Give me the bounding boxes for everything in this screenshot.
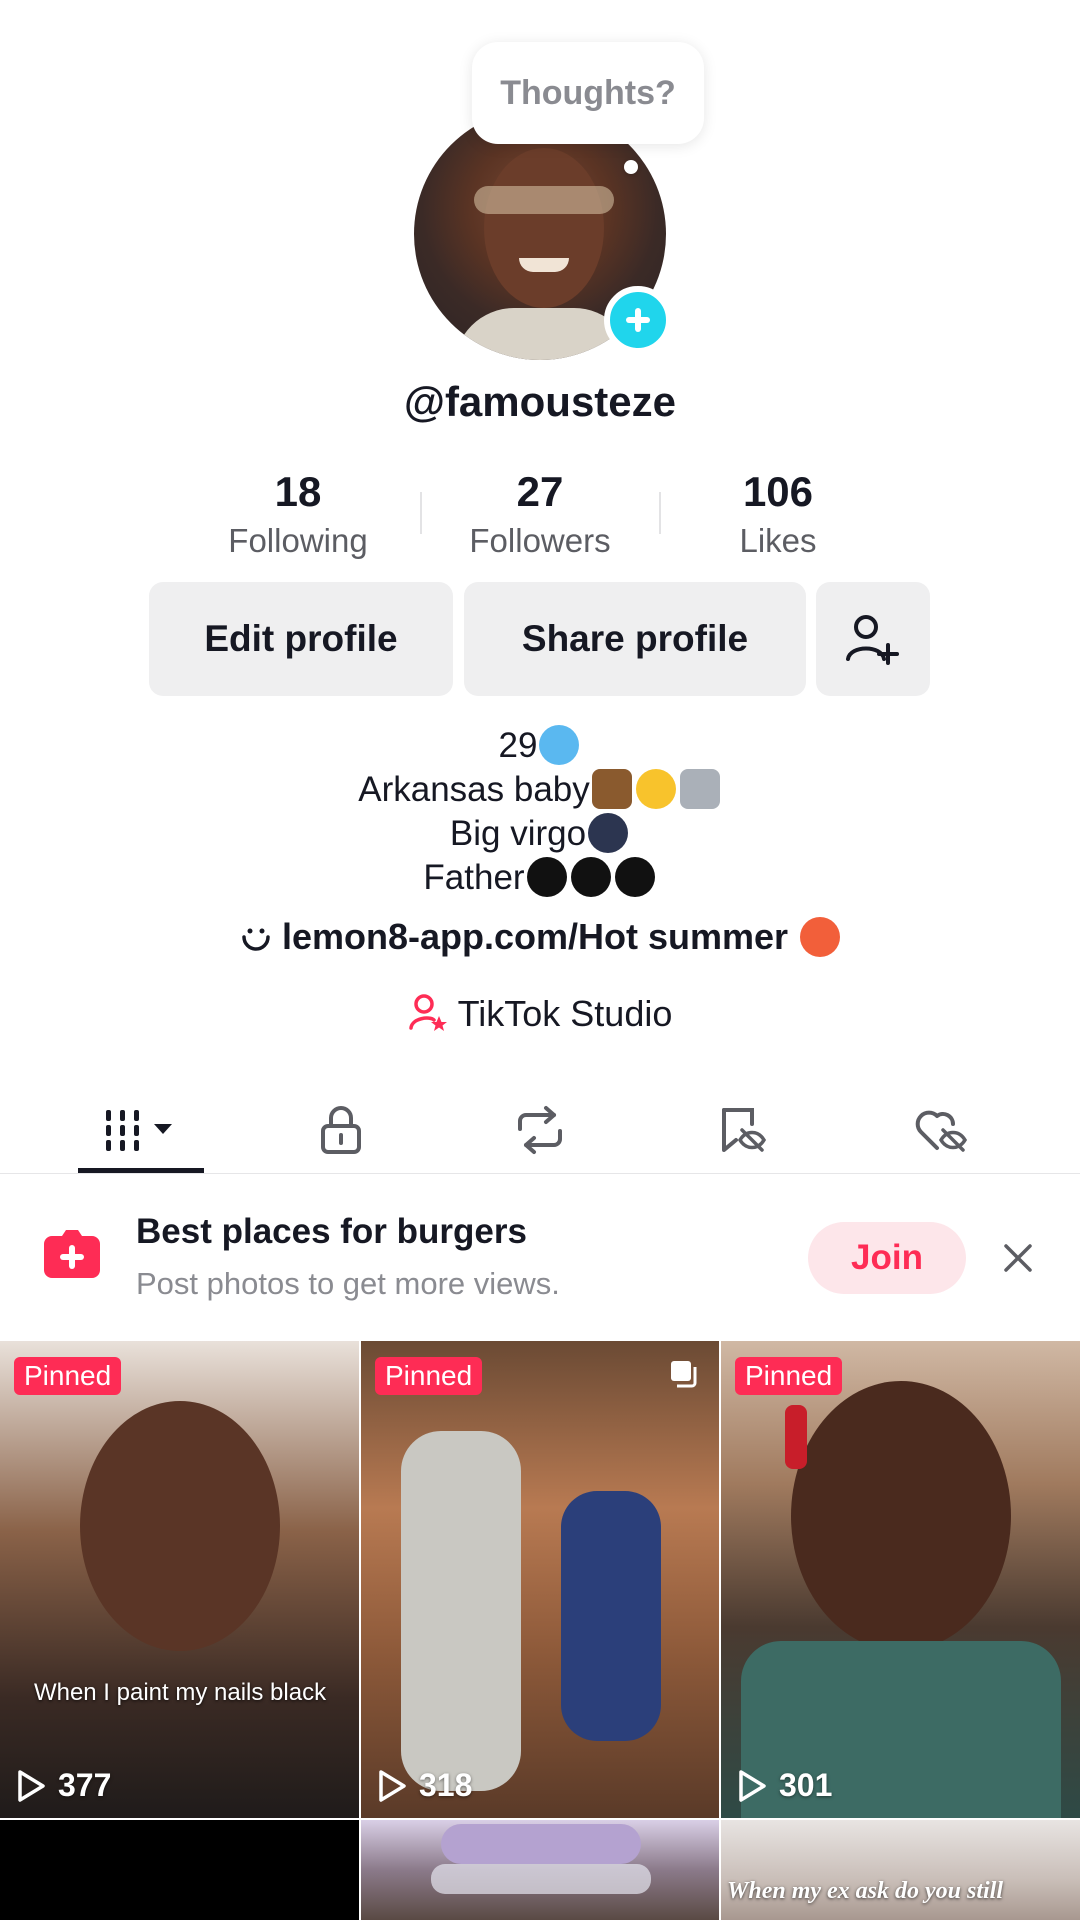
tab-saved[interactable] xyxy=(662,1085,822,1175)
stat-divider xyxy=(659,492,661,534)
liked-icon xyxy=(915,1110,968,1152)
username: @famousteze xyxy=(403,378,676,425)
thumbnail-durag xyxy=(441,1824,641,1864)
bio-link[interactable]: lemon8-app.com/Hot summer xyxy=(0,916,1080,958)
view-count: 377 xyxy=(16,1767,111,1804)
stat-followers[interactable]: 27 Followers xyxy=(440,466,640,560)
videos-grid-icon xyxy=(106,1110,172,1151)
hot-face-emoji-icon xyxy=(800,917,841,957)
thumbnail-face xyxy=(80,1401,280,1651)
stat-divider xyxy=(420,492,422,534)
profile-tabs xyxy=(0,1085,1080,1175)
video-caption: When my ex ask do you still xyxy=(727,1878,1004,1904)
view-count-value: 318 xyxy=(419,1767,473,1803)
likes-count: 106 xyxy=(742,468,814,515)
bio: 29 Arkansas baby Big virgo Father xyxy=(0,724,1080,900)
play-icon xyxy=(739,1769,766,1802)
thumbnail-person xyxy=(401,1431,521,1791)
avatar-face xyxy=(484,148,604,308)
close-icon[interactable] xyxy=(996,1236,1040,1280)
bio-line-3-text: Big virgo xyxy=(449,814,587,853)
cold-face-emoji-icon xyxy=(539,725,580,765)
thumbnail-glasses xyxy=(431,1864,651,1894)
bio-line-3: Big virgo xyxy=(0,812,1080,856)
video-tile[interactable]: When my ex ask do you still xyxy=(721,1820,1080,1920)
tiktok-studio-text[interactable]: TikTok Studio xyxy=(458,993,673,1034)
profile-avatar-wrap[interactable] xyxy=(414,108,672,360)
bio-line-1-text: 29 xyxy=(498,726,538,765)
horse-racing-emoji-icon xyxy=(591,769,632,809)
pinned-badge: Pinned xyxy=(735,1357,843,1395)
view-count: 318 xyxy=(377,1767,472,1804)
black-heart-emoji-icon xyxy=(614,857,655,897)
following-label: Following xyxy=(228,522,368,559)
pinned-badge: Pinned xyxy=(14,1357,122,1395)
plus-icon xyxy=(626,308,650,332)
video-tile[interactable]: Pinned 301 xyxy=(721,1341,1080,1818)
lock-icon xyxy=(321,1106,361,1154)
pinned-badge: Pinned xyxy=(375,1357,483,1395)
stat-following[interactable]: 18 Following xyxy=(198,466,398,560)
share-profile-button[interactable]: Share profile xyxy=(464,582,806,696)
followers-label: Followers xyxy=(469,522,611,559)
tab-videos[interactable] xyxy=(62,1085,222,1175)
repost-icon xyxy=(518,1106,562,1154)
play-icon xyxy=(18,1769,45,1802)
play-icon xyxy=(379,1769,406,1802)
photo-carousel-icon xyxy=(671,1361,697,1388)
tornado-emoji-icon xyxy=(679,769,720,809)
bio-line-1: 29 xyxy=(0,724,1080,768)
lemon8-icon xyxy=(242,928,270,951)
avatar-smile xyxy=(519,258,569,272)
likes-label: Likes xyxy=(739,522,817,559)
bio-link-text[interactable]: lemon8-app.com/Hot summer xyxy=(282,916,788,957)
black-heart-emoji-icon xyxy=(570,857,611,897)
bio-line-4: Father xyxy=(0,856,1080,900)
promo-subtitle: Post photos to get more views. xyxy=(136,1266,560,1301)
promo-title: Best places for burgers xyxy=(136,1212,527,1251)
view-count: 301 xyxy=(737,1767,832,1804)
tab-private[interactable] xyxy=(261,1085,421,1175)
black-heart-emoji-icon xyxy=(526,857,567,897)
new-moon-emoji-icon xyxy=(588,813,629,853)
edit-profile-button[interactable]: Edit profile xyxy=(149,582,453,696)
thumbnail-face xyxy=(791,1381,1011,1651)
video-tile[interactable]: Pinned 318 xyxy=(361,1341,719,1818)
saved-icon xyxy=(722,1108,767,1152)
tiktok-studio-link[interactable]: TikTok Studio xyxy=(0,992,1080,1035)
promo-banner[interactable]: Best places for burgers Post photos to g… xyxy=(0,1174,1080,1340)
add-photo-icon xyxy=(44,1230,100,1278)
add-story-button[interactable] xyxy=(604,286,672,354)
stat-likes[interactable]: 106 Likes xyxy=(678,466,878,560)
tab-reposts[interactable] xyxy=(460,1085,620,1175)
add-friend-button[interactable] xyxy=(816,582,930,696)
view-count-value: 301 xyxy=(779,1767,833,1803)
thoughts-bubble[interactable]: Thoughts? xyxy=(472,42,704,144)
creator-star-icon xyxy=(408,994,447,1031)
video-tile[interactable] xyxy=(0,1820,359,1920)
avatar-glasses xyxy=(474,186,614,214)
thumbnail-bottle xyxy=(785,1405,807,1469)
bio-line-2: Arkansas baby xyxy=(0,768,1080,812)
sun-emoji-icon xyxy=(635,769,676,809)
bio-line-2-text: Arkansas baby xyxy=(358,770,590,809)
join-button[interactable]: Join xyxy=(808,1222,966,1294)
followers-count: 27 xyxy=(516,468,564,515)
video-caption: When I paint my nails black xyxy=(33,1679,327,1706)
view-count-value: 377 xyxy=(58,1767,112,1803)
following-count: 18 xyxy=(274,468,322,515)
thumbnail-child xyxy=(561,1491,661,1741)
thoughts-text: Thoughts? xyxy=(500,73,676,112)
bio-line-4-text: Father xyxy=(423,858,525,897)
tab-liked[interactable] xyxy=(862,1085,1022,1175)
bubble-tail xyxy=(624,160,638,174)
video-tile[interactable] xyxy=(361,1820,719,1920)
video-tile[interactable]: Pinned When I paint my nails black 377 xyxy=(0,1341,359,1818)
person-add-icon xyxy=(846,615,899,665)
